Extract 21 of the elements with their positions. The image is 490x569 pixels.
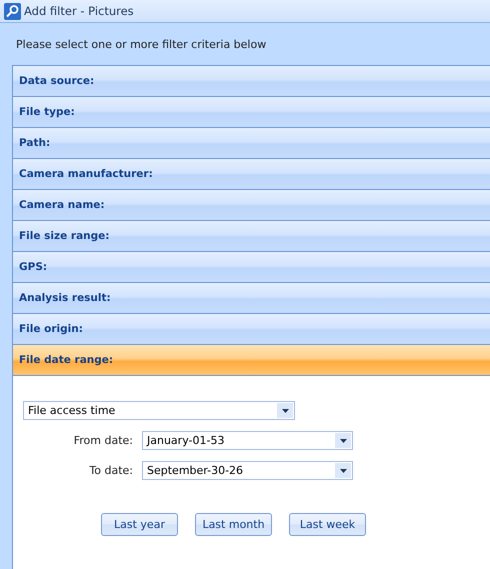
- date-dropdown[interactable]: September-30-26: [142, 461, 353, 480]
- window-title: Add filter - Pictures: [24, 4, 134, 18]
- range-button[interactable]: Last month: [195, 513, 272, 536]
- section-header[interactable]: Camera name:: [13, 190, 490, 221]
- range-button[interactable]: Last week: [289, 513, 366, 536]
- field-label: To date:: [88, 464, 134, 477]
- instruction-text: Please select one or more filter criteria below: [15, 37, 268, 53]
- section-header[interactable]: Path:: [13, 128, 490, 159]
- section-header[interactable]: File type:: [13, 97, 490, 128]
- range-button[interactable]: Last year: [101, 513, 178, 536]
- section-header[interactable]: File date range:: [13, 345, 490, 376]
- section-header[interactable]: Analysis result:: [13, 283, 490, 314]
- section-header[interactable]: Camera manufacturer:: [13, 159, 490, 190]
- date-dropdown[interactable]: January-01-53: [142, 431, 353, 450]
- section-header[interactable]: Data source:: [13, 66, 490, 97]
- field-label: From date:: [72, 434, 134, 447]
- section-header[interactable]: File origin:: [13, 314, 490, 345]
- section-header[interactable]: File size range:: [13, 221, 490, 252]
- section-header[interactable]: GPS:: [13, 252, 490, 283]
- date-type-dropdown[interactable]: File access time: [23, 401, 295, 420]
- search-icon: [4, 2, 21, 20]
